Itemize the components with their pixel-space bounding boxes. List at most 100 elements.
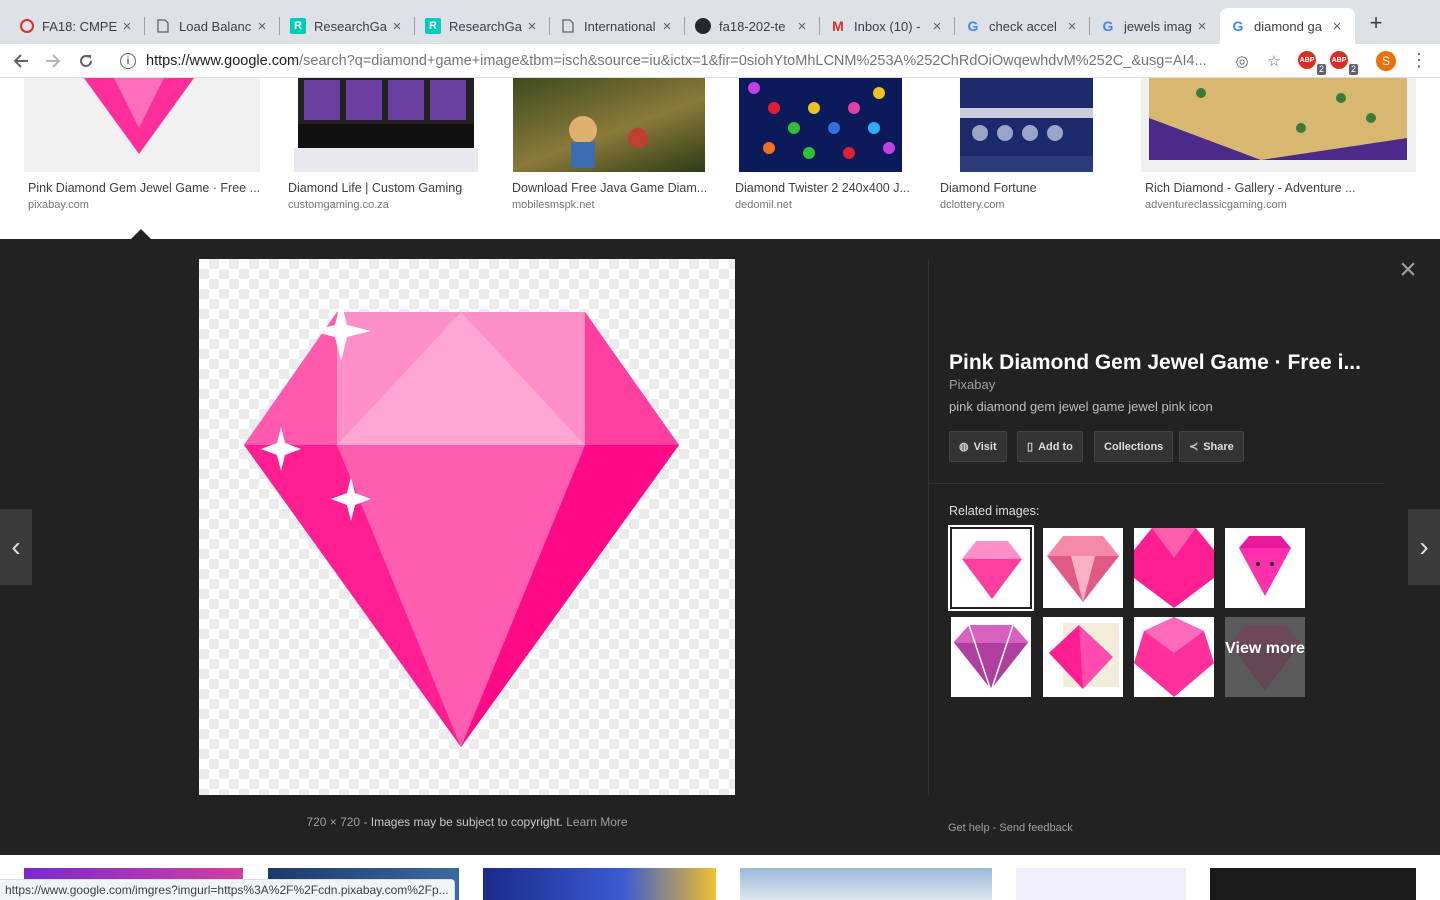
close-icon[interactable]: × — [794, 18, 810, 35]
result-thumbnail[interactable] — [1016, 868, 1186, 900]
address-bar[interactable]: i https://www.google.com/search?q=diamon… — [108, 47, 1284, 75]
send-feedback-link[interactable]: Send feedback — [999, 822, 1072, 834]
close-icon[interactable]: × — [524, 18, 540, 35]
related-images-heading: Related images: — [949, 504, 1040, 518]
tab-4[interactable]: R ResearchGa × — [415, 8, 550, 44]
result-card[interactable]: Download Free Java Game Diam... mobilesm… — [508, 78, 708, 211]
close-icon[interactable]: × — [1064, 18, 1080, 35]
close-preview-icon[interactable]: × — [1396, 255, 1420, 285]
add-to-button[interactable]: ▯ Add to — [1017, 431, 1083, 462]
tab-title: diamond ga — [1254, 18, 1322, 34]
tab-title: ResearchGa — [449, 18, 522, 34]
related-image-7[interactable] — [1134, 617, 1214, 697]
tab-5[interactable]: International × — [550, 8, 685, 44]
tab-1[interactable]: FA18: CMPE × — [10, 8, 145, 44]
close-icon[interactable]: × — [1329, 18, 1345, 35]
result-card[interactable]: Pink Diamond Gem Jewel Game · Free ... p… — [24, 78, 260, 211]
image-preview-panel: ‹ › 720 × 720 - Images may be subject to… — [0, 239, 1440, 855]
preview-title[interactable]: Pink Diamond Gem Jewel Game · Free i... — [949, 351, 1361, 375]
adblock-extension-icon[interactable]: ABP 2 — [1330, 51, 1358, 75]
related-image-4[interactable] — [1225, 528, 1305, 608]
result-title[interactable]: Rich Diamond - Gallery - Adventure ... — [1145, 181, 1356, 195]
selection-caret — [131, 229, 151, 239]
result-title[interactable]: Diamond Twister 2 240x400 J... — [735, 181, 910, 195]
tab-title: fa18-202-te — [719, 18, 786, 34]
related-image-2[interactable] — [1043, 528, 1123, 608]
result-card[interactable]: Diamond Life | Custom Gaming customgamin… — [284, 78, 484, 211]
back-icon[interactable] — [8, 48, 34, 74]
tab-8[interactable]: G check accel × — [955, 8, 1090, 44]
result-title[interactable]: Pink Diamond Gem Jewel Game · Free ... — [28, 181, 260, 195]
location-icon[interactable]: ◎ — [1232, 52, 1252, 70]
result-source: customgaming.co.za — [288, 199, 389, 211]
preview-image[interactable] — [199, 259, 735, 795]
url-text[interactable]: https://www.google.com/search?q=diamond+… — [146, 53, 1220, 69]
sjsu-icon — [20, 19, 34, 33]
result-thumbnail[interactable] — [284, 78, 484, 172]
tab-9[interactable]: G jewels imag × — [1090, 8, 1220, 44]
result-title[interactable]: Diamond Life | Custom Gaming — [288, 181, 462, 195]
result-source: dedomil.net — [735, 199, 792, 211]
close-icon[interactable]: × — [389, 18, 405, 35]
close-icon[interactable]: × — [929, 18, 945, 35]
preview-source[interactable]: Pixabay — [949, 377, 995, 392]
gmail-icon: M — [832, 18, 844, 34]
collections-button[interactable]: Collections — [1094, 431, 1174, 462]
reload-icon[interactable] — [73, 48, 99, 74]
close-icon[interactable]: × — [254, 18, 270, 35]
bookmark-star-icon[interactable]: ☆ — [1264, 52, 1284, 70]
researchgate-icon: R — [425, 18, 441, 34]
close-icon[interactable]: × — [119, 18, 135, 35]
tab-title: check accel — [989, 18, 1057, 34]
divider — [928, 259, 929, 795]
tab-title: Load Balanc — [179, 18, 252, 34]
result-thumbnail[interactable] — [24, 78, 260, 172]
google-icon: G — [967, 18, 979, 34]
divider — [929, 483, 1384, 484]
result-thumbnail[interactable] — [739, 78, 902, 172]
previous-arrow-icon[interactable]: ‹ — [0, 509, 32, 585]
result-source: dclottery.com — [940, 199, 1005, 211]
result-card[interactable]: Diamond Twister 2 240x400 J... dedomil.n… — [731, 78, 911, 211]
tab-10-active[interactable]: G diamond ga × — [1220, 8, 1355, 44]
result-card[interactable]: Diamond Fortune dclottery.com — [936, 78, 1117, 211]
related-image-view-more[interactable]: View more — [1225, 617, 1305, 697]
result-thumbnail[interactable] — [513, 78, 705, 172]
result-title[interactable]: Diamond Fortune — [940, 181, 1037, 195]
share-button[interactable]: ≺ Share — [1179, 431, 1244, 462]
result-thumbnail[interactable] — [740, 868, 992, 900]
related-image-3[interactable] — [1134, 528, 1214, 608]
browser-menu-icon[interactable]: ⋮ — [1410, 50, 1428, 72]
view-more-label[interactable]: View more — [1225, 617, 1305, 697]
result-thumbnail[interactable] — [483, 868, 716, 900]
result-thumbnail[interactable] — [960, 78, 1093, 172]
site-info-icon[interactable]: i — [120, 53, 136, 69]
visit-button[interactable]: ◍ Visit — [949, 431, 1007, 462]
next-arrow-icon[interactable]: › — [1408, 509, 1440, 585]
tab-6[interactable]: fa18-202-te × — [685, 8, 820, 44]
profile-avatar[interactable]: S — [1376, 51, 1396, 71]
image-dimensions: 720 × 720 — [306, 815, 361, 829]
result-thumbnail[interactable] — [1210, 868, 1416, 900]
related-image-5[interactable] — [951, 617, 1031, 697]
tab-2[interactable]: Load Balanc × — [145, 8, 280, 44]
tab-strip: FA18: CMPE × Load Balanc × R ResearchGa … — [0, 0, 1440, 44]
copyright-notice: Images may be subject to copyright. — [370, 815, 563, 829]
forward-icon[interactable] — [40, 48, 66, 74]
related-image-6[interactable] — [1043, 617, 1123, 697]
tab-title: FA18: CMPE — [42, 18, 118, 34]
get-help-link[interactable]: Get help — [948, 822, 990, 834]
related-image-1[interactable] — [948, 525, 1034, 611]
preview-description: pink diamond gem jewel game jewel pink i… — [949, 399, 1213, 414]
bookmark-icon: ▯ — [1027, 441, 1034, 453]
adblock-extension-icon[interactable]: ABP 2 — [1298, 51, 1326, 75]
close-icon[interactable]: × — [1194, 18, 1210, 35]
result-card[interactable]: Rich Diamond - Gallery - Adventure ... a… — [1141, 78, 1416, 211]
close-icon[interactable]: × — [659, 18, 675, 35]
tab-7[interactable]: M Inbox (10) - × — [820, 8, 955, 44]
learn-more-link[interactable]: Learn More — [566, 815, 627, 829]
result-thumbnail[interactable] — [1141, 78, 1416, 172]
tab-3[interactable]: R ResearchGa × — [280, 8, 415, 44]
result-title[interactable]: Download Free Java Game Diam... — [512, 181, 707, 195]
new-tab-button[interactable]: + — [1364, 12, 1388, 36]
